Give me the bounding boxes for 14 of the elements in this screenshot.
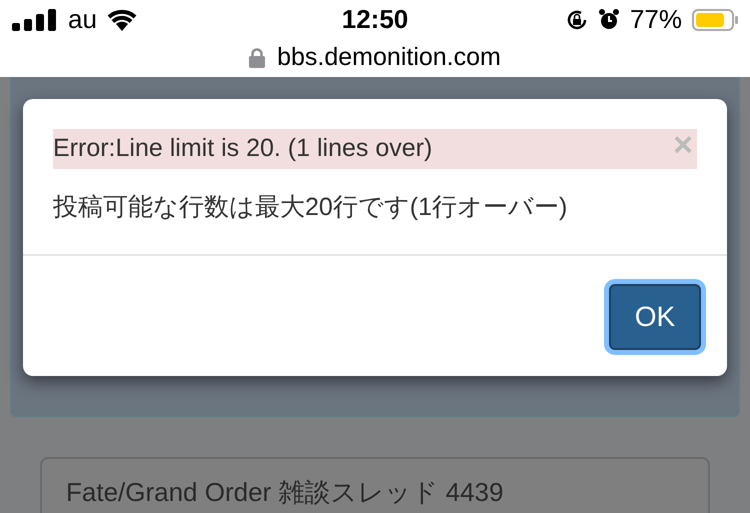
wifi-icon xyxy=(106,8,137,30)
signal-icon xyxy=(12,8,58,30)
rotation-lock-icon xyxy=(566,8,588,30)
alarm-clock-icon xyxy=(598,8,620,30)
url-text: bbs.demonition.com xyxy=(277,42,501,73)
lock-icon xyxy=(249,48,266,68)
thread-title-field[interactable]: Fate/Grand Order 雑談スレッド 4439 xyxy=(40,456,710,513)
address-bar[interactable]: bbs.demonition.com xyxy=(0,39,750,76)
clock-time: 12:50 xyxy=(340,3,410,36)
battery-icon xyxy=(692,8,738,30)
battery-percent: 77% xyxy=(630,3,682,36)
dialog-message: 投稿可能な行数は最大20行です(1行オーバー) xyxy=(53,192,568,222)
error-message: Error:Line limit is 20. (1 lines over) xyxy=(53,132,434,164)
carrier-name: au xyxy=(68,3,97,36)
